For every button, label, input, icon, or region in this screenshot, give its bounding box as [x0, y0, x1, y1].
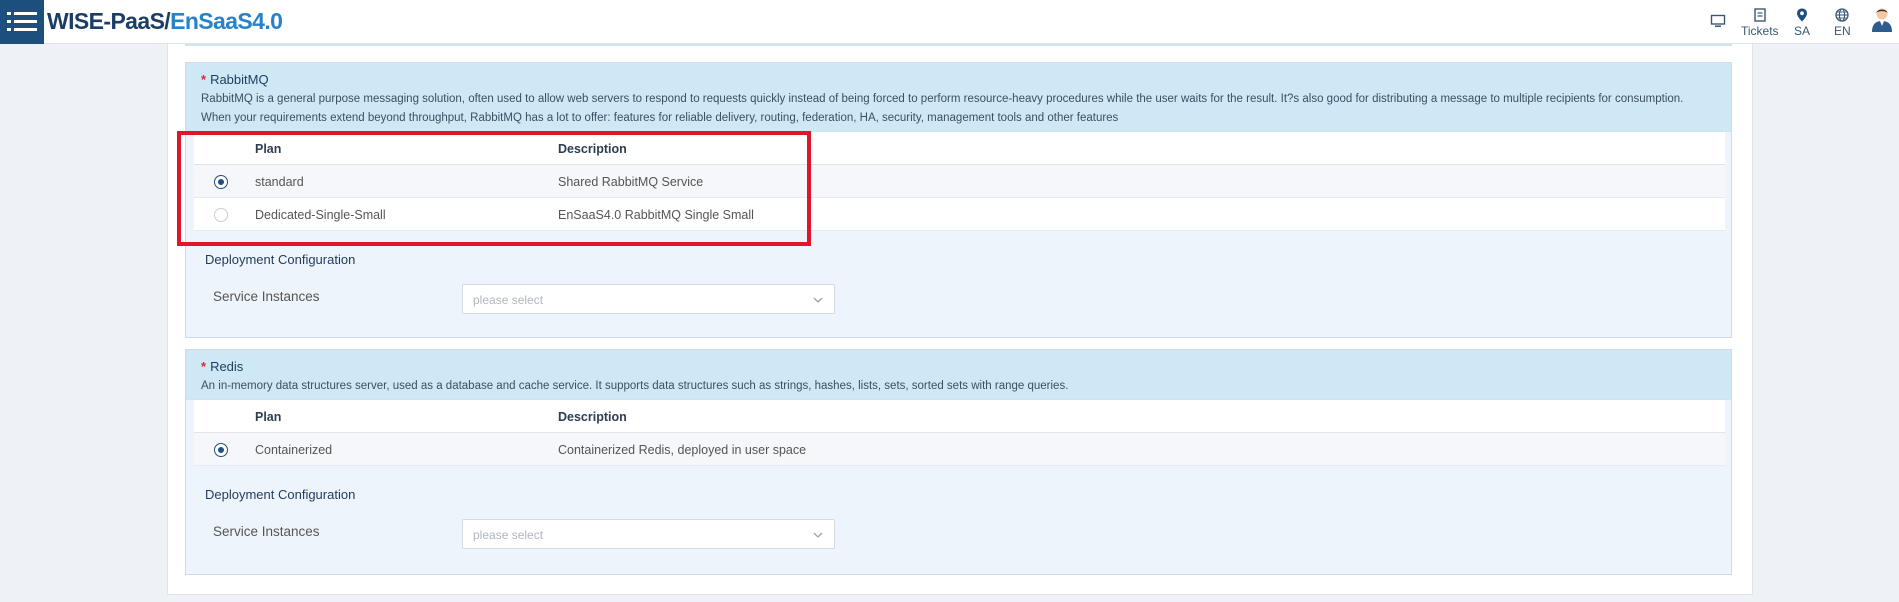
- required-mark: *: [201, 359, 207, 374]
- table-header-row: Plan Description: [194, 400, 1725, 433]
- tickets-button[interactable]: Tickets: [1741, 8, 1779, 38]
- plan-description: Shared RabbitMQ Service: [558, 175, 704, 189]
- deployment-config-title: Deployment Configuration: [205, 252, 356, 267]
- location-pin-icon: [1797, 8, 1807, 22]
- plan-radio-dedicated-single-small[interactable]: [214, 208, 228, 222]
- plan-column-header: Plan: [255, 142, 282, 156]
- menu-button[interactable]: [0, 0, 44, 44]
- table-row[interactable]: Dedicated-Single-Small EnSaaS4.0 RabbitM…: [194, 198, 1725, 231]
- plan-name: Containerized: [255, 443, 333, 457]
- plan-description: Containerized Redis, deployed in user sp…: [558, 443, 807, 457]
- redis-section: * Redis An in-memory data structures serv…: [185, 349, 1732, 575]
- plan-description: EnSaaS4.0 RabbitMQ Single Small: [558, 208, 754, 222]
- service-instances-label: Service Instances: [213, 524, 320, 539]
- sa-label: SA: [1794, 24, 1811, 38]
- top-header: WISE-PaaS/EnSaaS4.0 Tickets SA EN: [0, 0, 1899, 44]
- redis-plan-table: Plan Description Containerized Container…: [194, 400, 1725, 466]
- avatar-icon: [1872, 8, 1892, 32]
- logo-ensaas: EnSaaS4.0: [170, 8, 283, 34]
- globe-icon: [1835, 8, 1849, 22]
- logo-wise-paas: WISE-PaaS/: [47, 8, 171, 34]
- language-button[interactable]: EN: [1834, 8, 1851, 38]
- rabbitmq-title: * RabbitMQ: [201, 72, 269, 87]
- service-instances-label: Service Instances: [213, 289, 320, 304]
- plan-radio-containerized[interactable]: [214, 443, 228, 457]
- description-column-header: Description: [558, 410, 627, 424]
- tickets-label: Tickets: [1741, 24, 1779, 38]
- rabbitmq-description: RabbitMQ is a general purpose messaging …: [201, 93, 1684, 124]
- redis-title: * Redis: [201, 359, 244, 374]
- tickets-icon: [1754, 8, 1766, 22]
- service-instances-select[interactable]: please select: [462, 284, 835, 314]
- required-mark: *: [201, 72, 207, 87]
- rabbitmq-section: * RabbitMQ RabbitMQ is a general purpose …: [185, 62, 1732, 338]
- chevron-down-icon: [813, 532, 823, 538]
- service-instances-select[interactable]: please select: [462, 519, 835, 549]
- rabbitmq-header: * RabbitMQ RabbitMQ is a general purpose …: [186, 63, 1731, 132]
- table-row[interactable]: Containerized Containerized Redis, deplo…: [194, 433, 1725, 466]
- plan-name: standard: [255, 175, 304, 189]
- language-label: EN: [1834, 24, 1851, 38]
- plan-name: Dedicated-Single-Small: [255, 208, 386, 222]
- table-row[interactable]: standard Shared RabbitMQ Service: [194, 165, 1725, 198]
- redis-description: An in-memory data structures server, use…: [201, 380, 1069, 392]
- sa-button[interactable]: SA: [1794, 8, 1810, 38]
- user-avatar-button[interactable]: [1871, 6, 1893, 34]
- previous-section-edge: [185, 44, 1732, 46]
- rabbitmq-plan-table: Plan Description standard Shared RabbitM…: [194, 132, 1725, 231]
- table-header-row: Plan Description: [194, 132, 1725, 165]
- monitor-button[interactable]: [1710, 14, 1726, 30]
- app-logo[interactable]: WISE-PaaS/EnSaaS4.0: [47, 8, 283, 35]
- description-column-header: Description: [558, 142, 627, 156]
- select-placeholder: please select: [473, 293, 544, 307]
- monitor-icon: [1710, 14, 1726, 27]
- plan-column-header: Plan: [255, 410, 282, 424]
- chevron-down-icon: [813, 297, 823, 303]
- select-placeholder: please select: [473, 528, 544, 542]
- deployment-config-title: Deployment Configuration: [205, 487, 356, 502]
- redis-header: * Redis An in-memory data structures serv…: [186, 350, 1731, 400]
- plan-radio-standard[interactable]: [214, 175, 228, 189]
